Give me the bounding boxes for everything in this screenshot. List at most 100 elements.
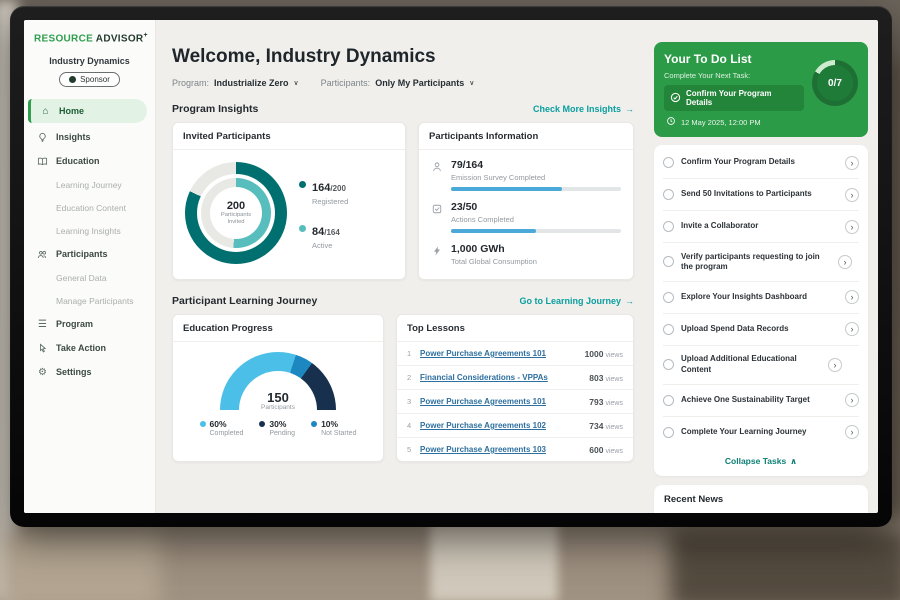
lesson-link[interactable]: Power Purchase Agreements 103 [420,445,589,454]
chevron-down-icon: ∨ [469,79,474,87]
card-title: Education Progress [173,315,383,342]
sidebar: RESOURCE ADVISOR+ Industry Dynamics Spon… [24,20,156,513]
todo-next-task[interactable]: Confirm Your Program Details [664,85,804,111]
check-more-insights-link[interactable]: Check More Insights → [533,104,634,114]
participants-filter-value: Only My Participants [375,78,464,88]
section-title-learning-journey: Participant Learning Journey [172,295,317,307]
lesson-link[interactable]: Power Purchase Agreements 102 [420,421,589,430]
lesson-link[interactable]: Financial Considerations - VPPAs [420,373,589,382]
sidebar-item-learning-insights[interactable]: Learning Insights [24,219,155,242]
legend-dot [299,181,306,188]
sidebar-item-label: Home [59,106,84,116]
task-row[interactable]: Complete Your Learning Journey › [663,417,859,448]
chevron-right-icon[interactable]: › [845,393,859,407]
task-row[interactable]: Achieve One Sustainability Target › [663,385,859,417]
stat-emission-survey: 79/164 Emission Survey Completed [431,159,621,191]
chevron-right-icon[interactable]: › [845,425,859,439]
task-row[interactable]: Invite a Collaborator › [663,211,859,243]
sidebar-item-label: General Data [56,273,107,283]
sponsor-badge[interactable]: Sponsor [59,72,120,87]
task-row[interactable]: Send 50 Invitations to Participants › [663,179,859,211]
card-invited-participants: Invited Participants 200 Participants In… [172,122,406,280]
legend-completed: 60% Completed [200,419,244,437]
task-checkbox[interactable] [663,292,674,303]
sidebar-item-education-content[interactable]: Education Content [24,196,155,219]
chevron-right-icon[interactable]: › [845,220,859,234]
task-checkbox[interactable] [663,427,674,438]
task-checkbox[interactable] [663,359,674,370]
card-title: Invited Participants [173,123,405,150]
lesson-link[interactable]: Power Purchase Agreements 101 [420,349,585,358]
legend-registered: 164/200 Registered [299,178,348,206]
legend-dot [299,225,306,232]
recent-news-title: Recent News [664,494,723,505]
sidebar-item-label: Education [56,156,100,166]
task-checkbox[interactable] [663,256,674,267]
sidebar-item-participants[interactable]: Participants [24,242,155,266]
task-checkbox[interactable] [663,221,674,232]
task-checkbox[interactable] [663,324,674,335]
program-filter[interactable]: Program: Industrialize Zero ∨ [172,78,299,88]
chevron-right-icon[interactable]: › [838,255,852,269]
lesson-link[interactable]: Power Purchase Agreements 101 [420,397,589,406]
chevron-up-icon: ∧ [790,456,797,467]
progress-bar [451,187,562,191]
lesson-row: 1 Power Purchase Agreements 101 1000view… [397,342,633,366]
collapse-tasks-link[interactable]: Collapse Tasks ∧ [663,448,859,474]
sidebar-item-home[interactable]: ⌂ Home [28,99,147,123]
sidebar-item-education[interactable]: Education [24,149,155,173]
task-row[interactable]: Explore Your Insights Dashboard › [663,282,859,314]
sidebar-item-label: Insights [56,132,91,142]
lesson-row: 4 Power Purchase Agreements 102 734views [397,414,633,438]
task-checkbox[interactable] [663,189,674,200]
task-checkbox[interactable] [663,395,674,406]
main-content: Welcome, Industry Dynamics Program: Indu… [156,20,646,513]
filters-row: Program: Industrialize Zero ∨ Participan… [172,78,634,88]
sidebar-item-label: Participants [56,249,108,259]
task-row[interactable]: Confirm Your Program Details › [663,147,859,179]
monitor-stand [430,522,558,600]
monitor-bezel: RESOURCE ADVISOR+ Industry Dynamics Spon… [10,6,892,527]
sidebar-item-program[interactable]: ☰ Program [24,312,155,336]
check-circle-icon [670,92,681,105]
sidebar-item-learning-journey[interactable]: Learning Journey [24,173,155,196]
task-row[interactable]: Verify participants requesting to join t… [663,243,859,282]
sidebar-item-label: Program [56,319,93,329]
task-row[interactable]: Upload Spend Data Records › [663,314,859,346]
lesson-row: 3 Power Purchase Agreements 101 793views [397,390,633,414]
education-gauge-chart: 150 Participants [220,352,336,410]
chevron-right-icon[interactable]: › [845,322,859,336]
chevron-right-icon[interactable]: › [828,358,842,372]
insights-cards-row: Invited Participants 200 Participants In… [172,122,634,280]
sponsor-badge-label: Sponsor [80,75,110,84]
learning-cards-row: Education Progress 150 Participants [172,314,634,462]
sidebar-item-label: Learning Journey [56,180,122,190]
gear-icon: ⚙ [36,367,49,378]
sidebar-item-general-data[interactable]: General Data [24,266,155,289]
sidebar-item-label: Learning Insights [56,226,121,236]
progress-track [451,229,621,233]
chevron-right-icon[interactable]: › [845,156,859,170]
donut-center-label: Participants Invited [216,212,256,226]
sidebar-item-insights[interactable]: Insights [24,125,155,149]
gauge-legend: 60% Completed 30% Pending 10% Not Starte… [200,419,357,437]
todo-panel: Your To Do List Complete Your Next Task:… [646,20,878,513]
sidebar-item-settings[interactable]: ⚙ Settings [24,360,155,384]
lesson-row: 2 Financial Considerations - VPPAs 803vi… [397,366,633,390]
go-to-learning-journey-link[interactable]: Go to Learning Journey → [519,296,634,306]
participants-filter[interactable]: Participants: Only My Participants ∨ [321,78,475,88]
stat-actions-completed: 23/50 Actions Completed [431,201,621,233]
energy-icon [431,243,443,266]
task-checkbox[interactable] [663,157,674,168]
chevron-right-icon[interactable]: › [845,290,859,304]
task-row[interactable]: Upload Additional Educational Content › [663,346,859,385]
sidebar-item-manage-participants[interactable]: Manage Participants [24,289,155,312]
sidebar-item-take-action[interactable]: Take Action [24,336,155,360]
chevron-right-icon[interactable]: › [845,188,859,202]
sidebar-item-label: Take Action [56,343,106,353]
brand-secondary: ADVISOR [96,33,144,44]
sidebar-nav: ⌂ Home Insights Education Learning Journ… [24,99,155,384]
desk-surface-left [0,530,160,600]
todo-progress-ring: 0/7 [812,60,858,106]
sponsor-icon [69,76,76,83]
